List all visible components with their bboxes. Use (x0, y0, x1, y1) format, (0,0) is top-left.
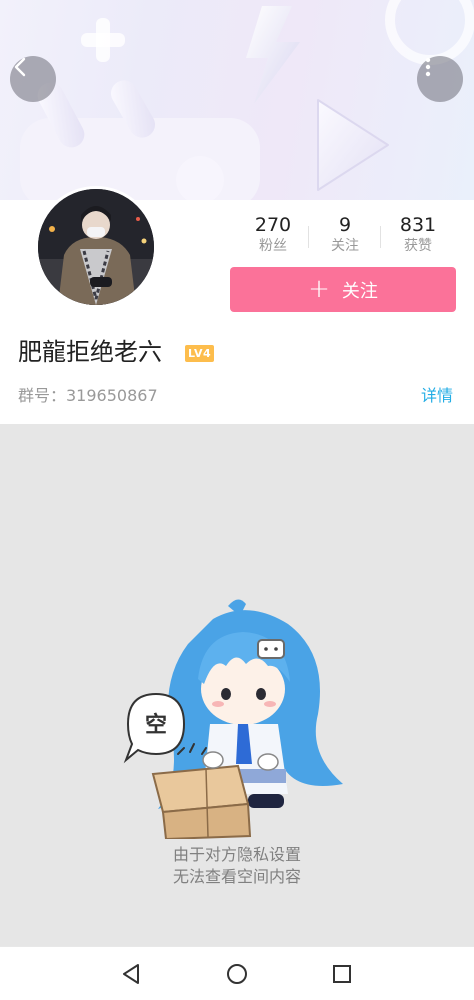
followers-label: 粉丝 (259, 238, 287, 254)
likes-label: 获赞 (404, 238, 432, 254)
plus-icon: + (308, 273, 330, 304)
profile-banner (0, 0, 474, 200)
details-link[interactable]: 详情 (421, 386, 453, 406)
space-content-area: 空 由于对方隐私设置 无法查看空间内容 (0, 424, 474, 946)
nav-back-button[interactable] (118, 960, 146, 988)
chevron-left-icon (14, 57, 26, 77)
following-label: 关注 (331, 238, 359, 254)
stat-divider (380, 226, 381, 248)
nav-recents-button[interactable] (328, 960, 356, 988)
level-badge: LV4 (185, 345, 215, 362)
stat-following[interactable]: 9 关注 (310, 214, 380, 256)
banner-decoration (20, 0, 474, 200)
follow-button-label: 关注 (341, 280, 378, 302)
more-options-button[interactable] (417, 56, 463, 102)
back-triangle-icon (123, 964, 139, 984)
stat-likes[interactable]: 831 获赞 (383, 214, 453, 256)
following-count: 9 (338, 214, 352, 236)
speech-bubble-text: 空 (145, 712, 167, 738)
profile-card: 270 粉丝 9 关注 831 获赞 + 关注 肥龍拒绝老六 LV4 群号：31… (0, 186, 474, 424)
avatar[interactable] (35, 186, 157, 308)
system-navigation-bar (0, 946, 474, 1000)
group-number: 群号：319650867 (18, 386, 158, 405)
likes-count: 831 (399, 214, 437, 236)
vertical-ellipsis-icon (425, 57, 431, 77)
mascot-illustration: 空 (123, 599, 343, 839)
username: 肥龍拒绝老六 (18, 338, 162, 366)
back-button[interactable] (10, 56, 56, 102)
recents-square-icon (333, 965, 351, 983)
stat-divider (308, 226, 309, 248)
privacy-message: 由于对方隐私设置 无法查看空间内容 (0, 844, 474, 888)
avatar-photo (38, 189, 154, 305)
privacy-message-line2: 无法查看空间内容 (172, 867, 301, 886)
follow-button[interactable]: + 关注 (230, 267, 456, 312)
nav-home-button[interactable] (223, 960, 251, 988)
home-circle-icon (227, 964, 247, 984)
stat-followers[interactable]: 270 粉丝 (238, 214, 308, 256)
privacy-message-line1: 由于对方隐私设置 (172, 845, 301, 864)
followers-count: 270 (254, 214, 292, 236)
stats-bar: 270 粉丝 9 关注 831 获赞 (230, 214, 456, 260)
